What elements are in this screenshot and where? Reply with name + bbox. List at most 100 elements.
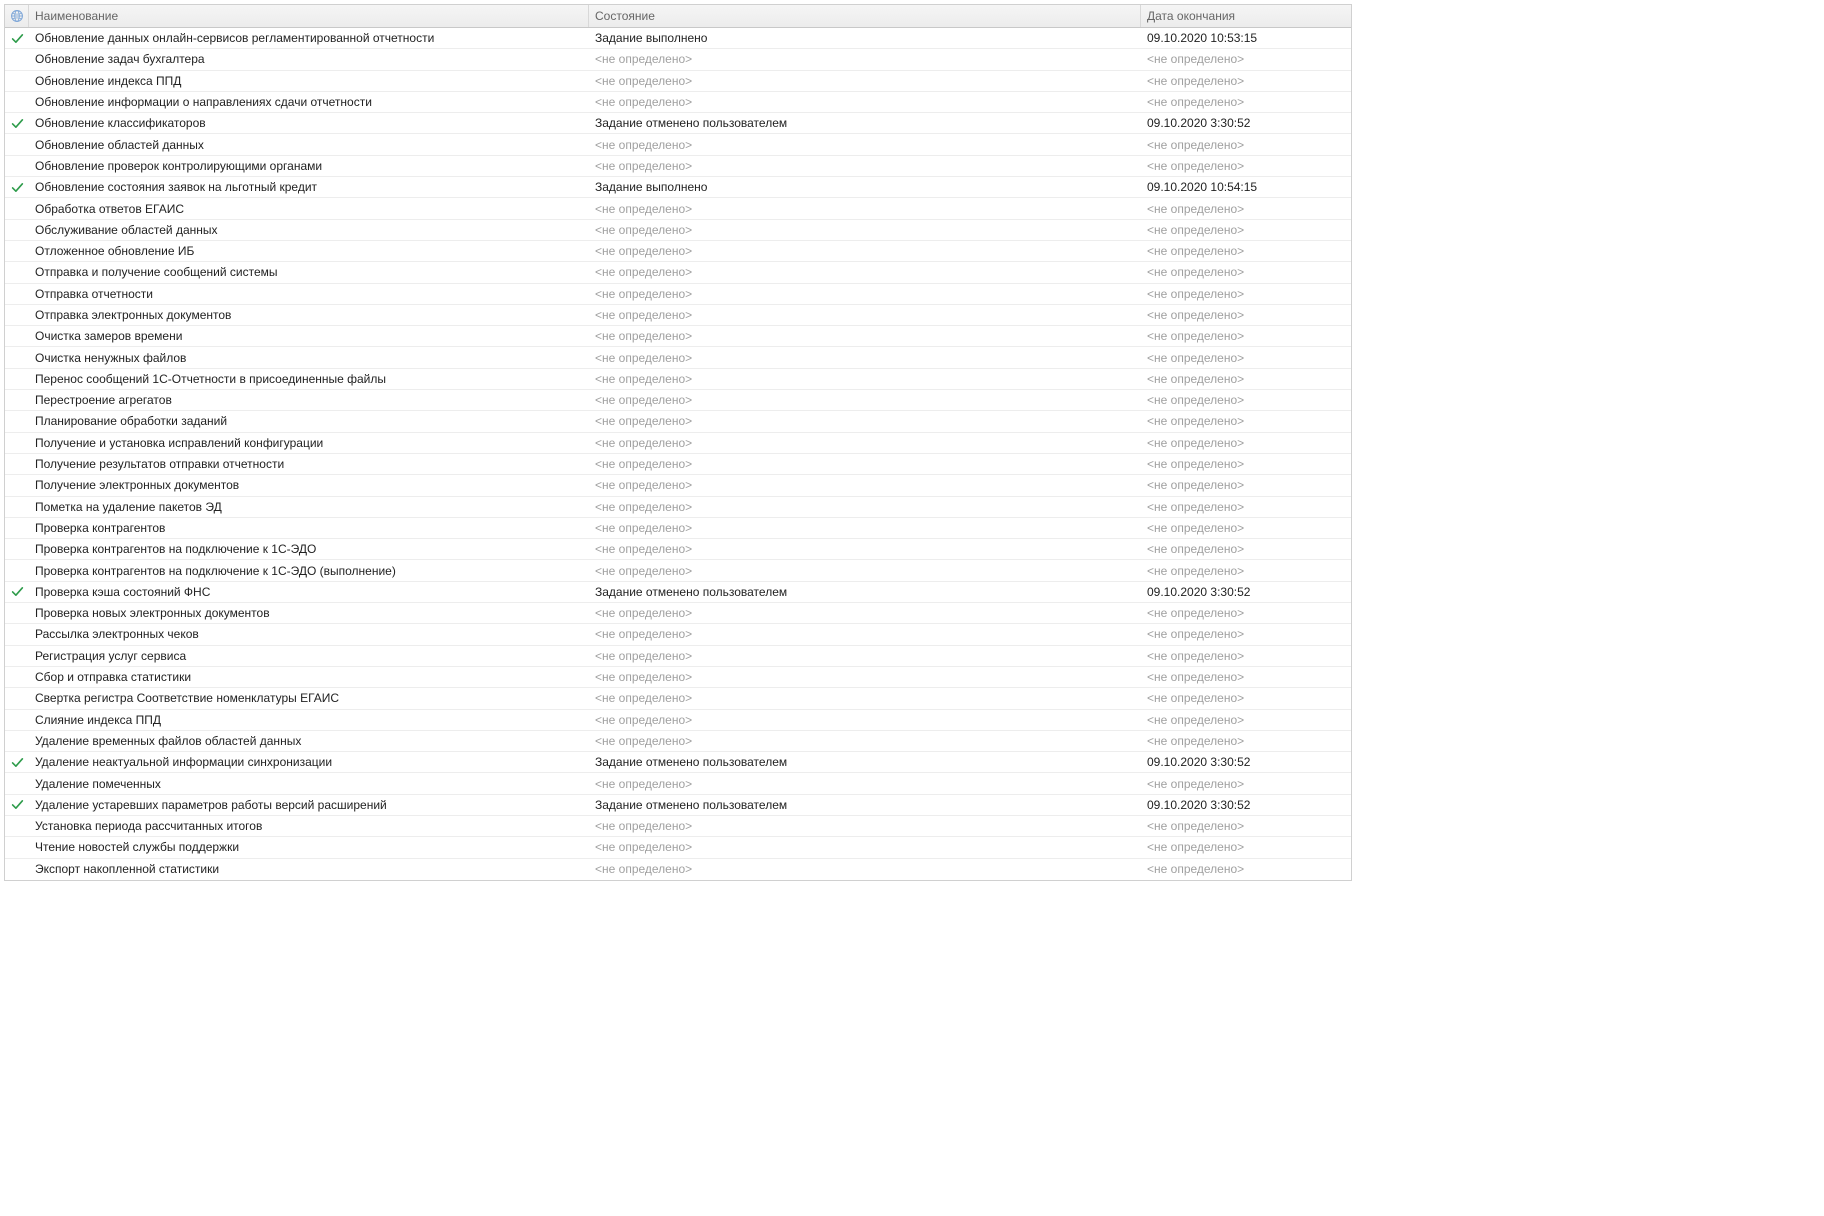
table-row[interactable]: Перестроение агрегатов<не определено><не… bbox=[5, 390, 1351, 411]
table-row[interactable]: Обновление индекса ППД<не определено><не… bbox=[5, 71, 1351, 92]
column-header-state[interactable]: Состояние bbox=[589, 5, 1141, 27]
table-row[interactable]: Обработка ответов ЕГАИС<не определено><н… bbox=[5, 198, 1351, 219]
table-row[interactable]: Регистрация услуг сервиса<не определено>… bbox=[5, 646, 1351, 667]
table-row[interactable]: Проверка контрагентов на подключение к 1… bbox=[5, 539, 1351, 560]
table-row[interactable]: Сбор и отправка статистики<не определено… bbox=[5, 667, 1351, 688]
row-end-date: <не определено> bbox=[1141, 242, 1351, 260]
row-name: Удаление помеченных bbox=[29, 775, 589, 793]
table-row[interactable]: Удаление устаревших параметров работы ве… bbox=[5, 795, 1351, 816]
row-state: <не определено> bbox=[589, 221, 1141, 239]
row-state: <не определено> bbox=[589, 263, 1141, 281]
column-header-date[interactable]: Дата окончания bbox=[1141, 5, 1351, 27]
table-row[interactable]: Рассылка электронных чеков<не определено… bbox=[5, 624, 1351, 645]
row-state: <не определено> bbox=[589, 200, 1141, 218]
row-state: <не определено> bbox=[589, 838, 1141, 856]
row-end-date: <не определено> bbox=[1141, 306, 1351, 324]
row-name: Сбор и отправка статистики bbox=[29, 668, 589, 686]
row-state: <не определено> bbox=[589, 604, 1141, 622]
row-name: Перенос сообщений 1С-Отчетности в присое… bbox=[29, 370, 589, 388]
table-row[interactable]: Обновление информации о направлениях сда… bbox=[5, 92, 1351, 113]
row-name: Отложенное обновление ИБ bbox=[29, 242, 589, 260]
row-state: <не определено> bbox=[589, 668, 1141, 686]
row-end-date: <не определено> bbox=[1141, 775, 1351, 793]
table-row[interactable]: Получение результатов отправки отчетност… bbox=[5, 454, 1351, 475]
table-row[interactable]: Очистка ненужных файлов<не определено><н… bbox=[5, 347, 1351, 368]
row-end-date: <не определено> bbox=[1141, 625, 1351, 643]
table-row[interactable]: Удаление временных файлов областей данны… bbox=[5, 731, 1351, 752]
row-end-date: 09.10.2020 3:30:52 bbox=[1141, 796, 1351, 814]
row-state: <не определено> bbox=[589, 562, 1141, 580]
table-row[interactable]: Проверка контрагентов на подключение к 1… bbox=[5, 560, 1351, 581]
table-row[interactable]: Отложенное обновление ИБ<не определено><… bbox=[5, 241, 1351, 262]
row-name: Проверка контрагентов на подключение к 1… bbox=[29, 540, 589, 558]
row-state: <не определено> bbox=[589, 625, 1141, 643]
table-row[interactable]: Отправка отчетности<не определено><не оп… bbox=[5, 284, 1351, 305]
row-end-date: <не определено> bbox=[1141, 50, 1351, 68]
row-state: <не определено> bbox=[589, 732, 1141, 750]
table-row[interactable]: Отправка электронных документов<не опред… bbox=[5, 305, 1351, 326]
row-name: Отправка и получение сообщений системы bbox=[29, 263, 589, 281]
row-state: <не определено> bbox=[589, 391, 1141, 409]
row-name: Удаление неактуальной информации синхрон… bbox=[29, 753, 589, 771]
check-icon bbox=[11, 798, 24, 811]
table-row[interactable]: Перенос сообщений 1С-Отчетности в присое… bbox=[5, 369, 1351, 390]
table-row[interactable]: Экспорт накопленной статистики <не опреде… bbox=[5, 859, 1351, 880]
row-state: <не определено> bbox=[589, 540, 1141, 558]
check-icon bbox=[11, 32, 24, 45]
table-row[interactable]: Установка периода рассчитанных итогов<не… bbox=[5, 816, 1351, 837]
column-header-name[interactable]: Наименование bbox=[29, 5, 589, 27]
table-row[interactable]: Обновление проверок контролирующими орга… bbox=[5, 156, 1351, 177]
table-row[interactable]: Обслуживание областей данных<не определе… bbox=[5, 220, 1351, 241]
row-state: <не определено> bbox=[589, 285, 1141, 303]
row-name: Очистка ненужных файлов bbox=[29, 349, 589, 367]
row-end-date: <не определено> bbox=[1141, 519, 1351, 537]
table-row[interactable]: Удаление помеченных<не определено><не оп… bbox=[5, 773, 1351, 794]
row-end-date: <не определено> bbox=[1141, 860, 1351, 878]
table-row[interactable]: Проверка новых электронных документов<не… bbox=[5, 603, 1351, 624]
column-header-status-icon[interactable] bbox=[5, 5, 29, 27]
row-end-date: <не определено> bbox=[1141, 647, 1351, 665]
table-row[interactable]: Планирование обработки заданий<не опреде… bbox=[5, 411, 1351, 432]
table-row[interactable]: Проверка контрагентов<не определено><не … bbox=[5, 518, 1351, 539]
table-row[interactable]: Обновление классификаторовЗадание отмене… bbox=[5, 113, 1351, 134]
table-row[interactable]: Удаление неактуальной информации синхрон… bbox=[5, 752, 1351, 773]
table-row[interactable]: Обновление задач бухгалтера<не определен… bbox=[5, 49, 1351, 70]
row-state: <не определено> bbox=[589, 775, 1141, 793]
table-row[interactable]: Слияние индекса ППД<не определено><не оп… bbox=[5, 710, 1351, 731]
row-end-date: <не определено> bbox=[1141, 732, 1351, 750]
row-status-icon-cell bbox=[5, 117, 29, 130]
check-icon bbox=[11, 756, 24, 769]
table-row[interactable]: Получение электронных документов<не опре… bbox=[5, 475, 1351, 496]
table-row[interactable]: Получение и установка исправлений конфиг… bbox=[5, 433, 1351, 454]
row-name: Отправка отчетности bbox=[29, 285, 589, 303]
row-name: Чтение новостей службы поддержки bbox=[29, 838, 589, 856]
table-row[interactable]: Обновление состояния заявок на льготный … bbox=[5, 177, 1351, 198]
row-state: <не определено> bbox=[589, 412, 1141, 430]
row-end-date: <не определено> bbox=[1141, 285, 1351, 303]
row-end-date: <не определено> bbox=[1141, 689, 1351, 707]
row-status-icon-cell bbox=[5, 32, 29, 45]
row-end-date: <не определено> bbox=[1141, 540, 1351, 558]
row-end-date: <не определено> bbox=[1141, 476, 1351, 494]
row-end-date: <не определено> bbox=[1141, 668, 1351, 686]
table-row[interactable]: Свертка регистра Соответствие номенклату… bbox=[5, 688, 1351, 709]
row-state: <не определено> bbox=[589, 817, 1141, 835]
table-row[interactable]: Отправка и получение сообщений системы<н… bbox=[5, 262, 1351, 283]
table-row[interactable]: Чтение новостей службы поддержки<не опре… bbox=[5, 837, 1351, 858]
check-icon bbox=[11, 181, 24, 194]
table-row[interactable]: Обновление данных онлайн-сервисов реглам… bbox=[5, 28, 1351, 49]
table-row[interactable]: Пометка на удаление пакетов ЭД<не опреде… bbox=[5, 497, 1351, 518]
row-state: Задание выполнено bbox=[589, 178, 1141, 196]
table-row[interactable]: Обновление областей данных<не определено… bbox=[5, 134, 1351, 155]
table-body: Обновление данных онлайн-сервисов реглам… bbox=[5, 28, 1351, 880]
table-row[interactable]: Проверка кэша состояний ФНСЗадание отмен… bbox=[5, 582, 1351, 603]
row-end-date: <не определено> bbox=[1141, 327, 1351, 345]
row-end-date: 09.10.2020 10:54:15 bbox=[1141, 178, 1351, 196]
row-state: <не определено> bbox=[589, 476, 1141, 494]
row-end-date: 09.10.2020 3:30:52 bbox=[1141, 753, 1351, 771]
table-row[interactable]: Очистка замеров времени<не определено><н… bbox=[5, 326, 1351, 347]
row-name: Обновление данных онлайн-сервисов реглам… bbox=[29, 29, 589, 47]
row-end-date: <не определено> bbox=[1141, 157, 1351, 175]
row-name: Экспорт накопленной статистики bbox=[29, 860, 589, 878]
row-status-icon-cell bbox=[5, 585, 29, 598]
